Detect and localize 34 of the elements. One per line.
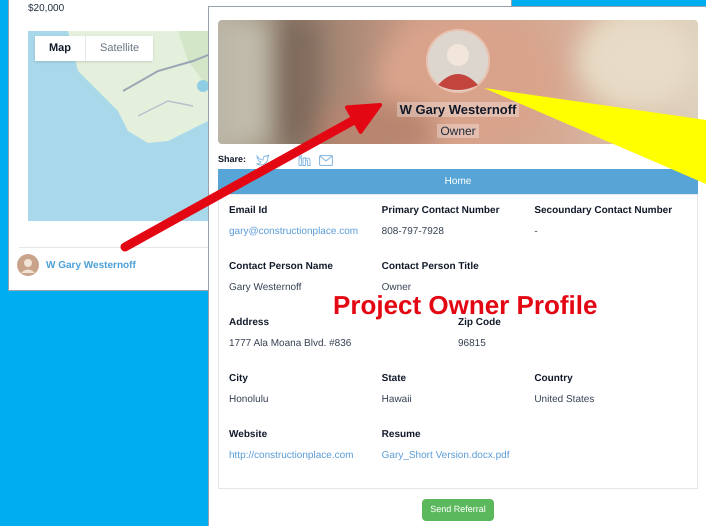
- field-value: Honolulu: [229, 394, 268, 406]
- share-label: Share:: [218, 153, 246, 166]
- field-label: State: [382, 373, 408, 385]
- send-referral-button[interactable]: Send Referral: [422, 499, 494, 521]
- field-value: -: [534, 226, 538, 238]
- field-value: 808-797-7928: [382, 226, 444, 238]
- field-value: Hawaii: [382, 394, 412, 406]
- price-text: $20,000: [28, 2, 64, 16]
- field-label: Country: [534, 373, 574, 385]
- field-label: Website: [229, 429, 268, 441]
- field-label: Zip Code: [458, 317, 502, 329]
- map-view-toggle[interactable]: Satellite: [86, 36, 154, 61]
- field-label: Email Id: [229, 205, 268, 217]
- field-value: 1777 Ala Moana Blvd. #836: [229, 338, 352, 350]
- avatar: [17, 254, 39, 276]
- field-label: Primary Contact Number: [382, 205, 500, 217]
- field-value: Gary Westernoff: [229, 282, 302, 294]
- field-label: City: [229, 373, 249, 385]
- field-value: 96815: [458, 338, 486, 350]
- field-link[interactable]: gary@constructionplace.com: [229, 226, 358, 238]
- field-value: United States: [534, 394, 594, 406]
- field-value: Owner: [382, 282, 412, 294]
- map-view-toggle[interactable]: Map: [35, 36, 86, 61]
- owner-link[interactable]: W Gary Westernoff: [46, 258, 136, 272]
- field-label: Contact Person Title: [382, 261, 480, 273]
- field-label: Contact Person Name: [229, 261, 334, 273]
- home-tab[interactable]: Home: [218, 169, 698, 194]
- field-label: Address: [229, 317, 270, 329]
- linkedin-icon[interactable]: [298, 154, 312, 166]
- field-label: Resume: [382, 429, 422, 441]
- field-label: Secoundary Contact Number: [534, 205, 674, 217]
- field-link[interactable]: Gary_Short Version.docx.pdf: [382, 450, 510, 462]
- field-link[interactable]: http://constructionplace.com: [229, 450, 354, 462]
- twitter-bird-icon[interactable]: [256, 154, 270, 166]
